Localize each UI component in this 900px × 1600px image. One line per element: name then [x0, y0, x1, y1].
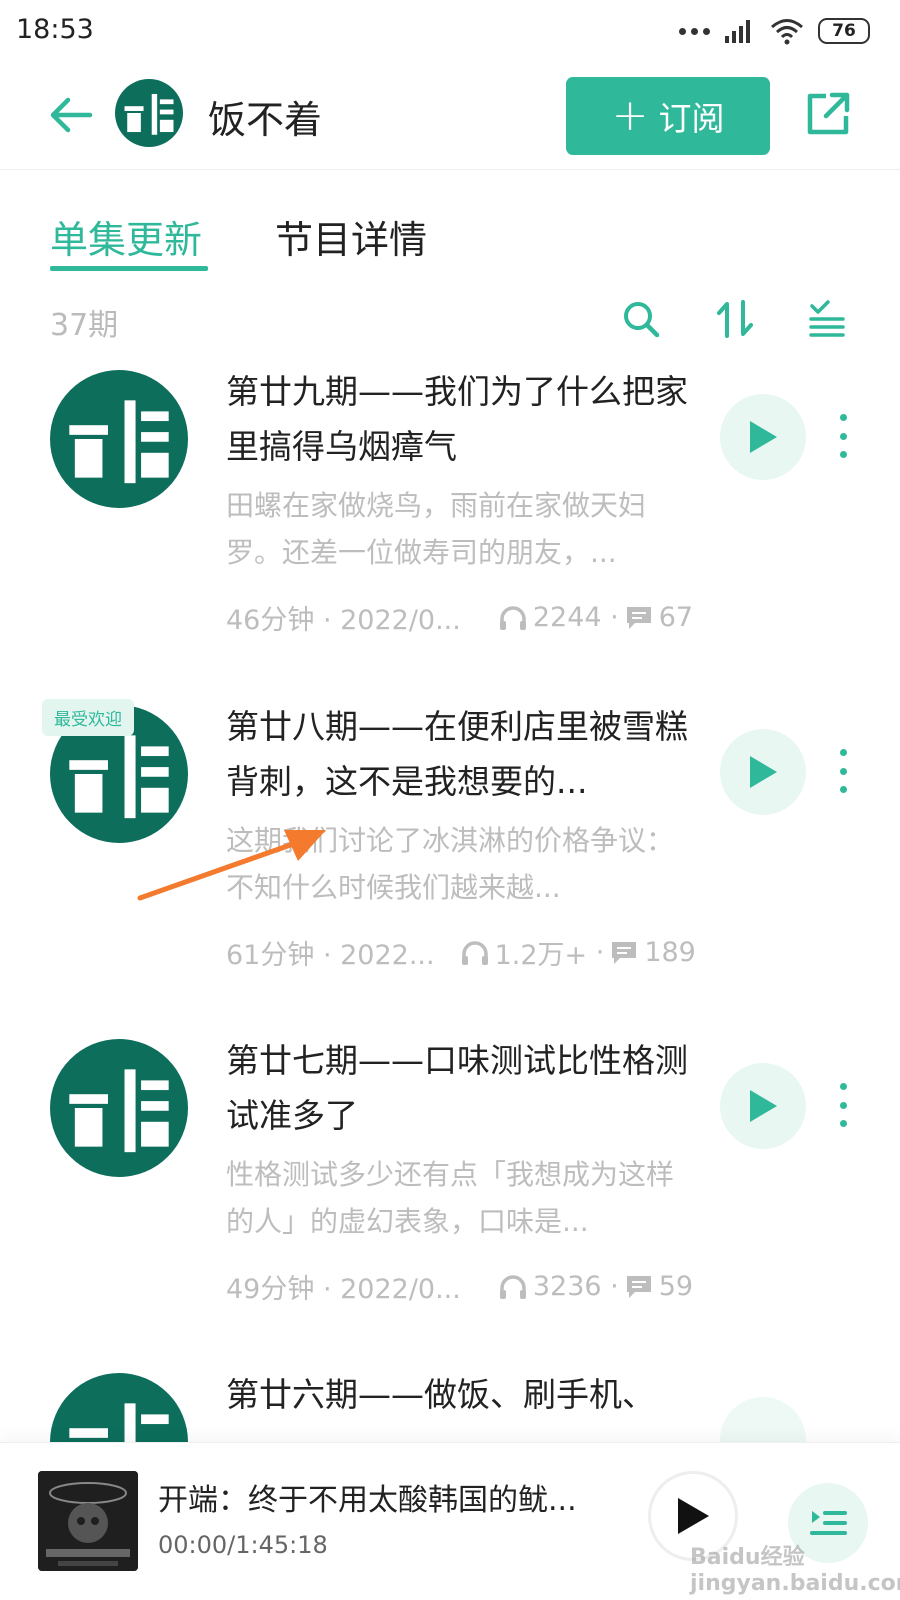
episode-title[interactable]: 第廿七期——口味测试比性格测试准多了	[226, 1033, 691, 1143]
play-button[interactable]	[720, 729, 806, 815]
now-playing-time: 00:00/1:45:18	[158, 1531, 328, 1559]
more-options-icon[interactable]	[836, 414, 850, 458]
headphones-icon	[499, 605, 526, 630]
episode-title[interactable]: 第廿九期——我们为了什么把家里搞得乌烟瘴气	[226, 364, 691, 474]
episode-duration-date: 61分钟 · 2022...	[226, 940, 435, 971]
comment-icon	[626, 1275, 651, 1298]
episode-item[interactable]: 第廿九期——我们为了什么把家里搞得乌烟瘴气 田螺在家做烧鸟，雨前在家做天妇罗。还…	[0, 370, 900, 710]
play-icon	[750, 1090, 777, 1122]
podcast-avatar[interactable]	[115, 79, 183, 147]
headphones-icon	[499, 1274, 526, 1299]
playlist-icon	[810, 1511, 847, 1535]
episode-count: 37期	[50, 308, 119, 343]
share-icon[interactable]	[804, 90, 852, 138]
episode-plays: 2244	[532, 602, 602, 633]
tab-indicator	[50, 266, 208, 271]
meta-separator: ·	[601, 602, 619, 633]
subscribe-label: 订阅	[658, 99, 725, 138]
plus-icon: +	[611, 90, 649, 141]
back-arrow-icon[interactable]	[46, 90, 96, 140]
battery-level: 76	[832, 21, 856, 41]
episode-cover	[50, 1373, 188, 1442]
episode-cover	[50, 370, 188, 508]
more-options-icon[interactable]	[836, 1083, 850, 1127]
meta-separator: ·	[601, 1271, 619, 1302]
filter-list-icon[interactable]	[806, 298, 848, 340]
episode-title[interactable]: 第廿八期——在便利店里被雪糕背刺，这不是我想要的...	[226, 699, 691, 809]
podcast-title: 饭不着	[208, 98, 323, 142]
play-icon	[750, 421, 777, 453]
battery-icon: 76	[818, 18, 870, 44]
episode-meta: 61分钟 · 2022... 1.2万+ · 189	[226, 933, 696, 972]
play-icon	[678, 1498, 709, 1534]
play-button[interactable]	[720, 394, 806, 480]
signal-icon	[725, 20, 750, 43]
episode-description: 这期我们讨论了冰淇淋的价格争议：不知什么时候我们越来越...	[226, 824, 675, 904]
episode-item[interactable]: 第廿七期——口味测试比性格测试准多了 性格测试多少还有点「我想成为这样的人」的虚…	[0, 1039, 900, 1379]
episode-duration-date: 49分钟 · 2022/0...	[226, 1274, 461, 1305]
episode-comments: 67	[658, 602, 694, 633]
now-playing-title[interactable]: 开端：终于不用太酸韩国的鱿...	[158, 1475, 608, 1519]
episode-item[interactable]: 最受欢迎 第廿八期——在便利店里被雪糕背刺，这不是我想要的... 这期我们讨论了…	[0, 699, 900, 1045]
tab-episodes[interactable]: 单集更新	[50, 209, 202, 264]
status-time: 18:53	[16, 14, 94, 45]
episode-description: 性格测试多少还有点「我想成为这样的人」的虚幻表象，口味是...	[226, 1158, 675, 1238]
subscribe-button[interactable]: + 订阅	[566, 77, 770, 155]
more-dots-icon	[679, 27, 710, 35]
tab-details[interactable]: 节目详情	[275, 209, 427, 264]
play-button[interactable]	[720, 1397, 806, 1442]
more-options-icon[interactable]	[836, 749, 850, 793]
episode-plays: 1.2万+	[494, 940, 588, 971]
episode-description: 田螺在家做烧鸟，雨前在家做天妇罗。还差一位做寿司的朋友，...	[226, 489, 647, 569]
episode-meta: 46分钟 · 2022/0... 2244 · 67	[226, 598, 693, 637]
episode-duration-date: 46分钟 · 2022/0...	[226, 605, 461, 636]
episode-meta: 49分钟 · 2022/0... 3236 · 59	[226, 1267, 693, 1306]
wifi-icon	[771, 19, 803, 45]
episode-comments: 59	[658, 1271, 694, 1302]
sort-icon[interactable]	[714, 298, 756, 340]
app-header: 饭不着 + 订阅	[0, 62, 900, 170]
now-playing-cover[interactable]	[38, 1471, 138, 1571]
status-icons: 76	[679, 14, 870, 48]
watermark: Baidu经验 jingyan.baidu.com	[690, 1545, 900, 1596]
meta-separator: ·	[587, 937, 605, 968]
episode-plays: 3236	[532, 1271, 602, 1302]
mini-player[interactable]: 开端：终于不用太酸韩国的鱿... 00:00/1:45:18 Baidu经验 j…	[0, 1442, 900, 1600]
play-button[interactable]	[720, 1063, 806, 1149]
episode-cover	[50, 1039, 188, 1177]
episode-title[interactable]: 第廿六期——做饭、刷手机、	[226, 1373, 691, 1422]
comment-icon	[626, 606, 651, 629]
comment-icon	[612, 941, 637, 964]
play-icon	[750, 756, 777, 788]
status-bar: 18:53 76	[0, 0, 900, 62]
search-icon[interactable]	[620, 298, 662, 340]
headphones-icon	[461, 940, 488, 965]
episode-comments: 189	[644, 937, 696, 968]
episode-item[interactable]: 第廿六期——做饭、刷手机、	[0, 1373, 900, 1442]
popular-badge: 最受欢迎	[42, 699, 134, 736]
